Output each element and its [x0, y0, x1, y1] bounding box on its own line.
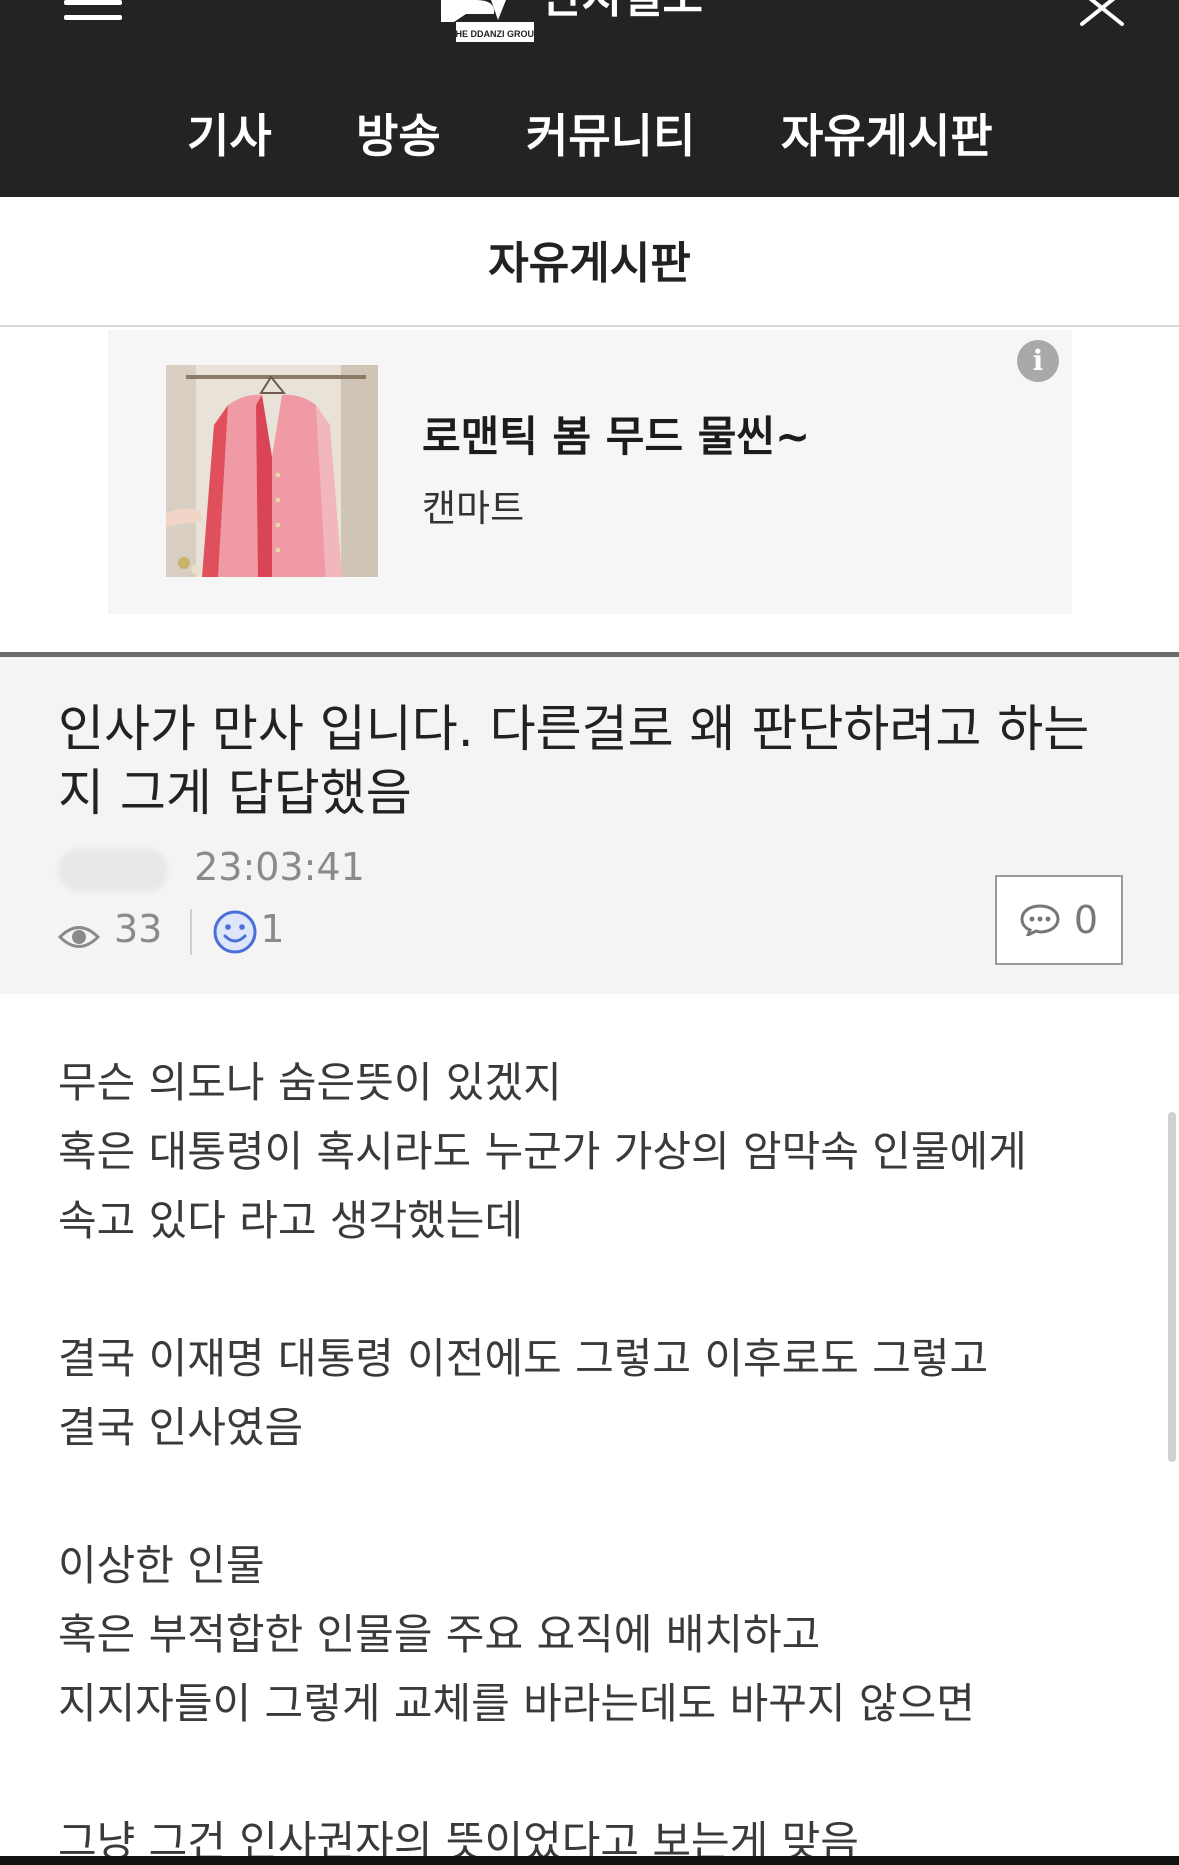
- menu-icon[interactable]: [64, 0, 122, 22]
- close-icon[interactable]: [1080, 0, 1130, 28]
- ad-image[interactable]: [166, 365, 378, 577]
- bottom-edge: [0, 1856, 1179, 1865]
- info-icon[interactable]: i: [1017, 340, 1059, 382]
- top-header: THE DDANZI GROUP 딴지일보 기사 방송 커뮤니티 자유게시판: [0, 0, 1179, 197]
- post-body: 무슨 의도나 숨은뜻이 있겠지 혹은 대통령이 혹시라도 누군가 가상의 암막속…: [58, 1048, 1118, 1865]
- nav-item-community[interactable]: 커뮤니티: [526, 100, 695, 166]
- smile-icon[interactable]: [212, 909, 258, 955]
- body-line: 무슨 의도나 숨은뜻이 있겠지: [58, 1058, 562, 1107]
- post-stats: 33 1: [57, 907, 285, 961]
- comment-button[interactable]: 0: [995, 875, 1123, 965]
- body-line: 결국 인사였음: [58, 1403, 304, 1452]
- board-title-bar: 자유게시판: [0, 197, 1179, 327]
- body-blank-line: [58, 1462, 1118, 1531]
- author-name-blurred[interactable]: [58, 847, 168, 892]
- post-title: 인사가 만사 입니다. 다른걸로 왜 판단하려고 하는지 그게 답답했음: [58, 700, 1090, 822]
- ad-title[interactable]: 로맨틱 봄 무드 물씬~: [422, 403, 810, 464]
- nav-item-articles[interactable]: 기사: [187, 100, 272, 166]
- post-time: 23:03:41: [194, 845, 365, 889]
- nav-item-broadcast[interactable]: 방송: [356, 100, 441, 166]
- comment-count: 0: [1073, 898, 1099, 942]
- body-line: 혹은 대통령이 혹시라도 누군가 가상의 암막속 인물에게: [58, 1127, 1027, 1176]
- svg-text:딴지일보: 딴지일보: [541, 0, 703, 23]
- eye-icon: [57, 917, 101, 948]
- like-count: 1: [260, 907, 285, 951]
- site-logo[interactable]: THE DDANZI GROUP 딴지일보: [436, 0, 756, 50]
- board-title: 자유게시판: [488, 238, 691, 289]
- body-line: 결국 이재명 대통령 이전에도 그렇고 이후로도 그렇고: [58, 1334, 989, 1383]
- svg-text:THE DDANZI GROUP: THE DDANZI GROUP: [450, 29, 540, 39]
- view-count: 33: [114, 907, 163, 951]
- body-line: 이상한 인물: [58, 1541, 265, 1590]
- body-blank-line: [58, 1738, 1118, 1807]
- ad-brand[interactable]: 캔마트: [422, 478, 524, 532]
- ad-banner[interactable]: 로맨틱 봄 무드 물씬~ 캔마트 i: [108, 330, 1072, 614]
- post-header: 인사가 만사 입니다. 다른걸로 왜 판단하려고 하는지 그게 답답했음 23:…: [0, 652, 1179, 994]
- body-line: 속고 있다 라고 생각했는데: [58, 1196, 524, 1245]
- body-line: 혹은 부적합한 인물을 주요 요직에 배치하고: [58, 1610, 821, 1659]
- main-nav: 기사 방송 커뮤니티 자유게시판: [0, 100, 1179, 170]
- scrollbar[interactable]: [1168, 1112, 1176, 1462]
- nav-item-free-board[interactable]: 자유게시판: [781, 100, 993, 166]
- body-blank-line: [58, 1255, 1118, 1324]
- comment-icon: [1020, 904, 1060, 936]
- body-line: 지지자들이 그렇게 교체를 바라는데도 바꾸지 않으면: [58, 1679, 975, 1728]
- stats-divider: [190, 908, 193, 955]
- post-meta: 23:03:41: [58, 845, 365, 893]
